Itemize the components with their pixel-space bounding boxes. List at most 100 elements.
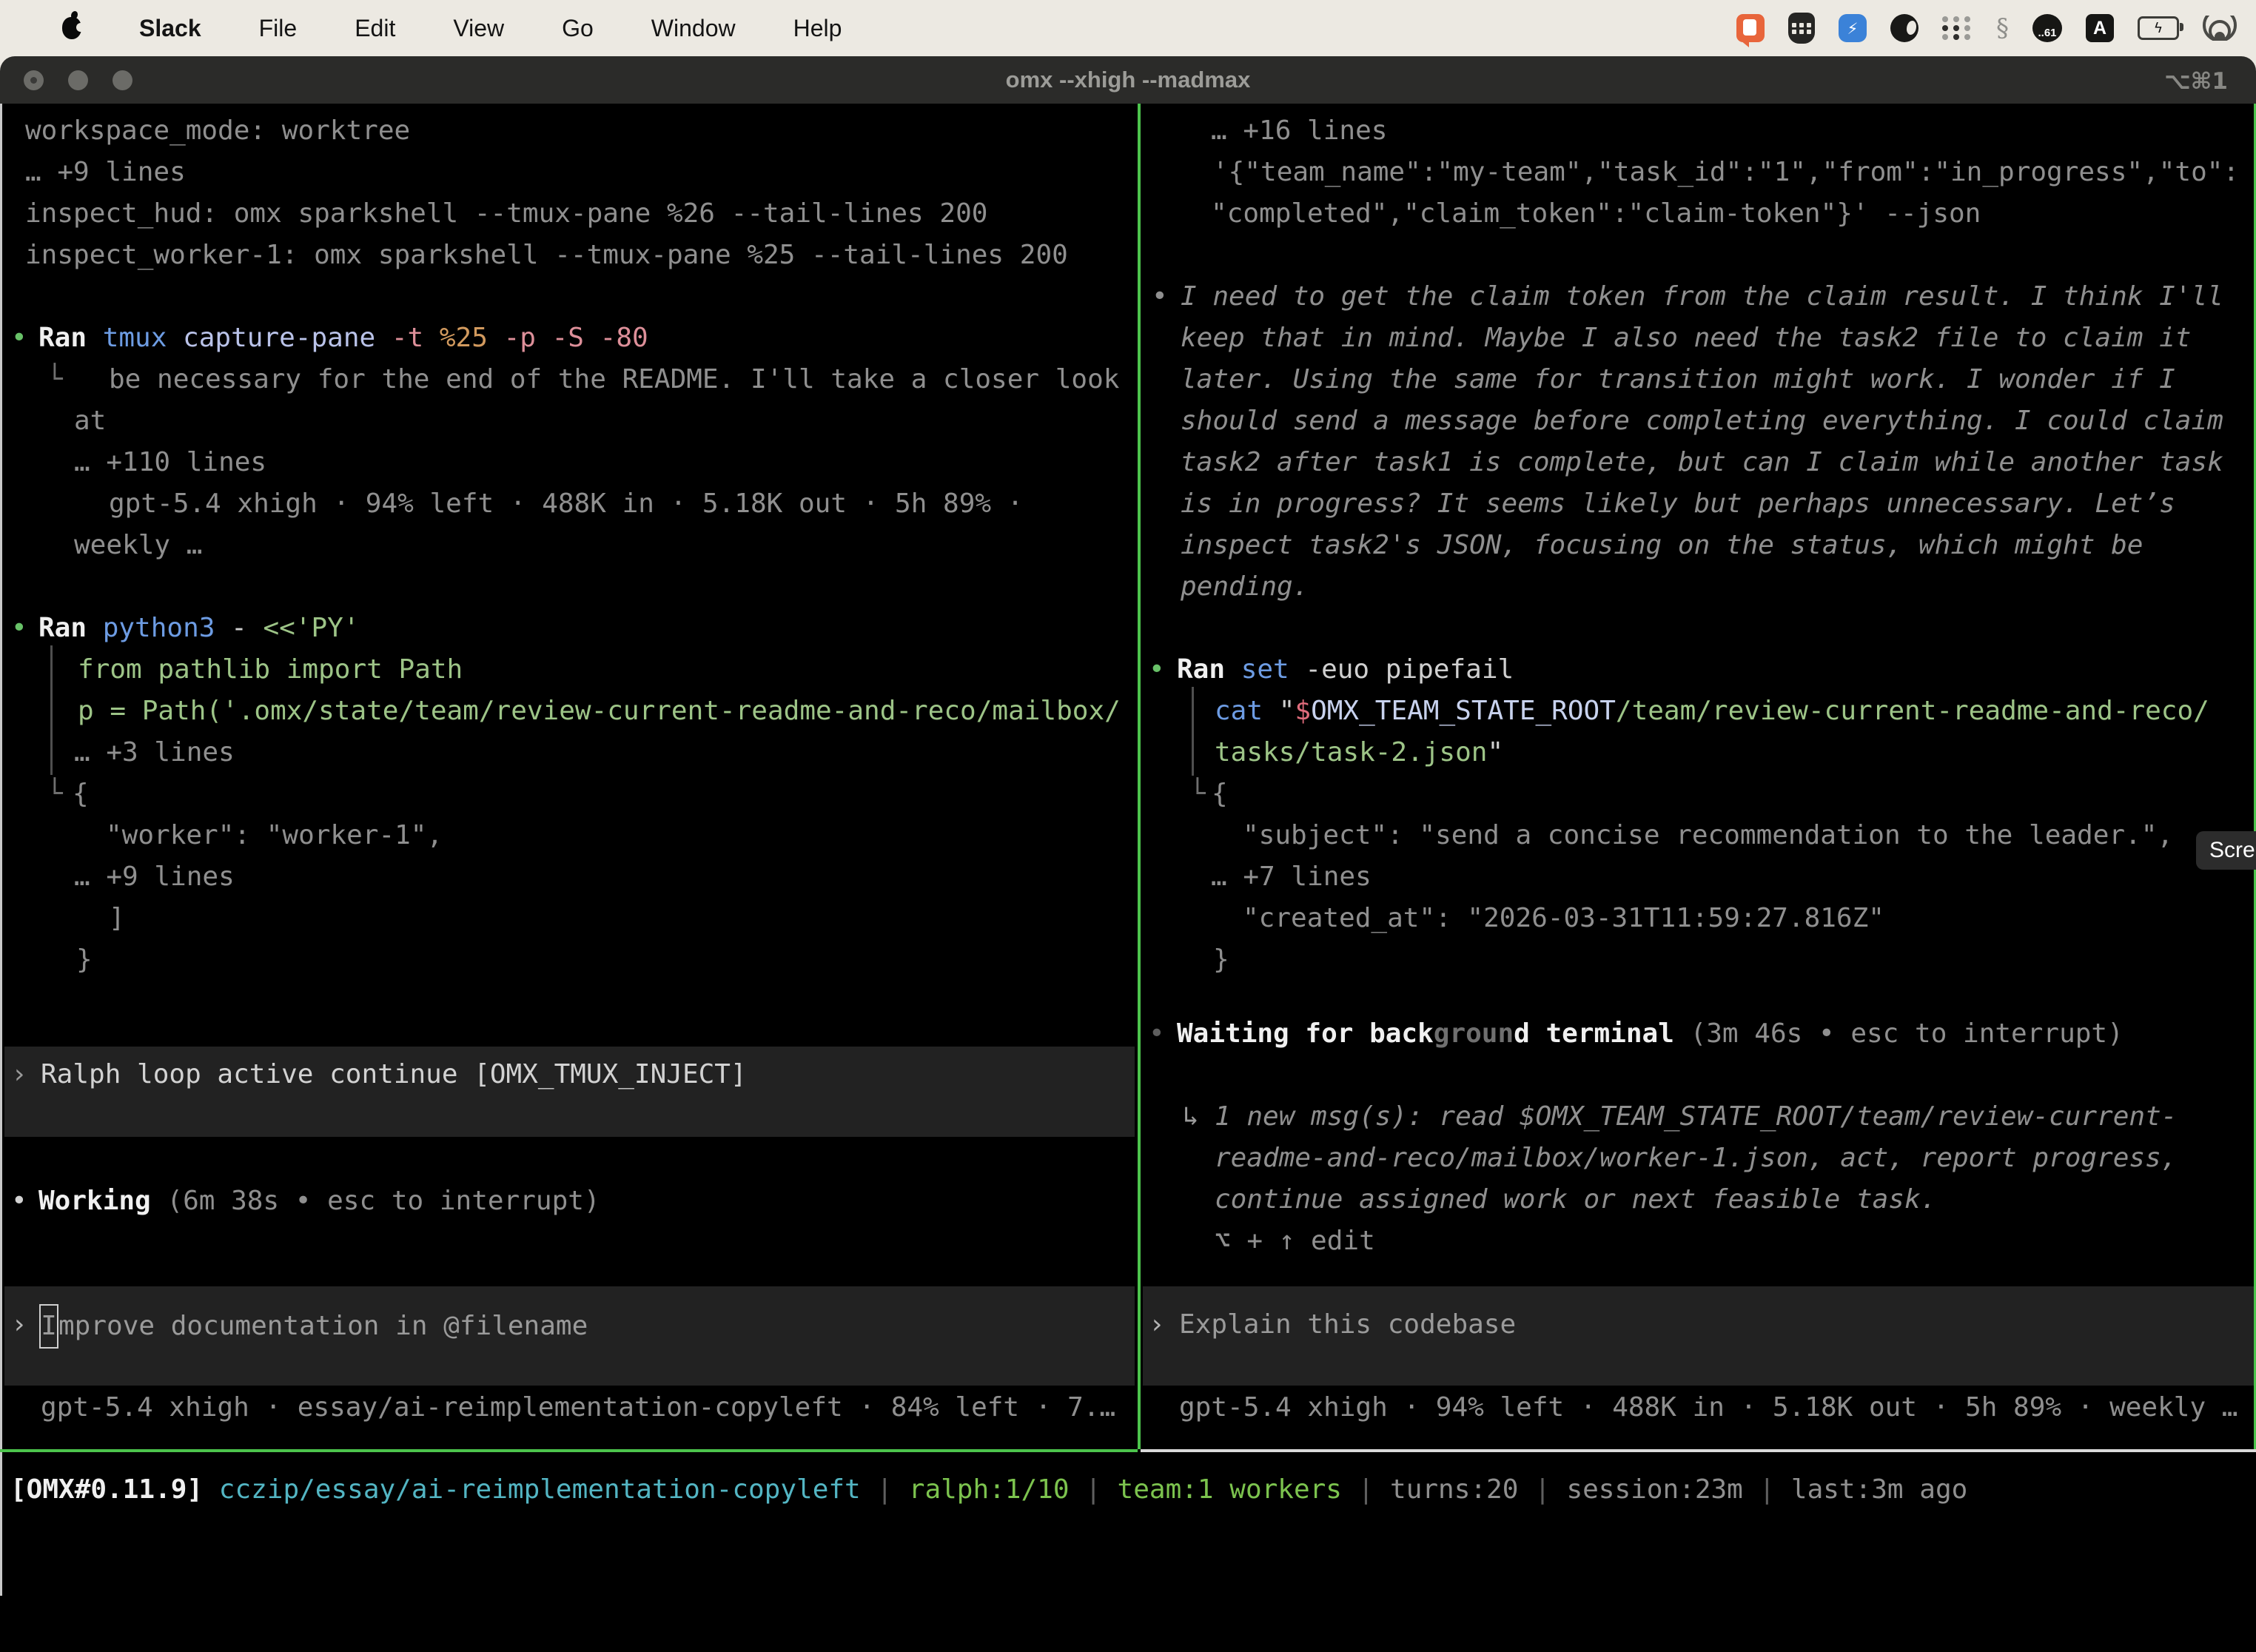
omx-version: [OMX#0.11.9] [10, 1474, 203, 1505]
code-block-guide-line [50, 645, 53, 775]
working-label: Working [38, 1186, 151, 1216]
pie-circle-icon[interactable] [1890, 14, 1918, 42]
path: tasks/task-2.json [1215, 737, 1487, 768]
waiting-label-shimmer: groun [1434, 1018, 1514, 1049]
thinking-line: is in progress? It seems likely but perh… [1181, 483, 2175, 525]
working-bullet-icon: • [11, 1181, 27, 1222]
output-line: be necessary for the end of the README. … [109, 359, 1119, 400]
keyboard-a-icon[interactable]: A [2086, 14, 2114, 42]
text-cursor: I [39, 1304, 58, 1349]
waiting-label: d terminal [1514, 1018, 1674, 1049]
command-args: -euo pipefail [1289, 654, 1514, 685]
pane-bottom-border-active [0, 1449, 1138, 1452]
waiting-bullet-icon: • [1149, 1013, 1165, 1055]
flag: -p [488, 323, 536, 353]
command-name: cat [1215, 696, 1263, 726]
working-meta: (6m 38s • esc to interrupt) [151, 1186, 600, 1216]
menu-item-file[interactable]: File [259, 15, 298, 42]
json-line: "subject": "send a concise recommendatio… [1243, 815, 2173, 856]
waiting-status: Waiting for background terminal (3m 46s … [1177, 1013, 2124, 1055]
pane-divider[interactable] [1138, 104, 1141, 1449]
grid-dots-icon[interactable] [1942, 16, 1973, 40]
repo-path: cczip/essay/ai-reimplementation-copyleft [203, 1474, 861, 1505]
menu-item-slack[interactable]: Slack [139, 15, 201, 42]
mailbox-msg-line: 1 new msg(s): read $OMX_TEAM_STATE_ROOT/… [1215, 1096, 2177, 1138]
prompt-input[interactable]: Improve documentation in @filename [39, 1304, 588, 1349]
separator: | [1070, 1474, 1118, 1505]
flag: -t [375, 323, 423, 353]
menu-item-go[interactable]: Go [562, 15, 594, 42]
menu-status-icons: ⚡ § ..61 A ϟ [1736, 13, 2256, 44]
chat-app-icon[interactable] [1736, 14, 1765, 42]
last-activity: last:3m ago [1791, 1474, 1967, 1505]
output-corner-glyph: └ [1189, 773, 1206, 815]
json-line: "worker": "worker-1", [106, 815, 443, 856]
json-line: … +9 lines [74, 856, 235, 898]
json-line: "created_at": "2026-03-31T11:59:27.816Z" [1243, 898, 1884, 939]
thinking-line: should send a message before completing … [1181, 400, 2223, 442]
waiting-label: Waiting for back [1177, 1018, 1434, 1049]
spark-app-icon[interactable]: ⚡ [1839, 14, 1867, 42]
python-code-line: from pathlib import Path [78, 649, 463, 691]
json-line: { [1212, 773, 1228, 815]
separator: | [861, 1474, 909, 1505]
output-corner-glyph: └ [47, 773, 63, 815]
json-line: { [73, 773, 89, 815]
terminal: workspace_mode: worktree … +9 lines insp… [0, 104, 2256, 1652]
prompt-suggestion[interactable]: Explain this codebase [1179, 1304, 1516, 1346]
prompt-placeholder: mprove documentation in @filename [58, 1311, 588, 1341]
apple-icon[interactable] [62, 17, 81, 39]
run-bullet-icon: • [11, 318, 27, 359]
output-line: "completed","claim_token":"claim-token"}… [1211, 193, 1981, 235]
json-line: ] [109, 898, 125, 939]
prompt-chevron-icon: › [1149, 1304, 1165, 1346]
output-line: … +110 lines [74, 442, 266, 483]
macos-menu-bar: Slack File Edit View Go Window Help ⚡ § … [0, 0, 2256, 56]
mailbox-msg-line: continue assigned work or next feasible … [1215, 1179, 1936, 1220]
quote: " [1487, 737, 1503, 768]
ran-tmux-command: Ran tmux capture-pane -t %25 -p -S -80 [38, 318, 648, 359]
menu-item-window[interactable]: Window [651, 15, 736, 42]
heredoc-marker: <<'PY' [247, 613, 360, 643]
menu-item-view[interactable]: View [453, 15, 504, 42]
code-block-guide-line [1192, 687, 1194, 776]
session-stats-footer: gpt-5.4 xhigh · 94% left · 488K in · 5.1… [1179, 1387, 2237, 1428]
battery-icon[interactable]: ϟ [2138, 16, 2179, 40]
ralph-counter: ralph:1/10 [909, 1474, 1070, 1505]
session-timer: session:23m [1566, 1474, 1742, 1505]
thinking-line: task2 after task1 is complete, but can I… [1181, 442, 2223, 483]
menu-items: Slack File Edit View Go Window Help [0, 15, 842, 42]
counter-badge-icon[interactable]: ..61 [2032, 14, 2062, 42]
squiggle-icon[interactable]: § [1996, 13, 2009, 43]
output-line: '{"team_name":"my-team","task_id":"1","f… [1212, 152, 2239, 193]
wifi-icon[interactable] [2203, 16, 2237, 41]
command-name: set [1225, 654, 1289, 685]
window-title: omx --xhigh --madmax [0, 67, 2256, 93]
thinking-line: inspect task2's JSON, focusing on the st… [1181, 525, 2143, 566]
screen: Slack File Edit View Go Window Help ⚡ § … [0, 0, 2256, 1652]
flag: -80 [584, 323, 648, 353]
run-bullet-icon: • [11, 608, 27, 649]
window-title-bar[interactable]: omx --xhigh --madmax ⌥⌘1 [0, 56, 2256, 104]
env-var: OMX_TEAM_STATE_ROOT [1311, 696, 1616, 726]
hud-line: workspace_mode: worktree [25, 110, 410, 152]
menu-item-help[interactable]: Help [793, 15, 842, 42]
output-line: gpt-5.4 xhigh · 94% left · 488K in · 5.1… [109, 483, 1023, 525]
dash-arg: - [215, 613, 246, 643]
menu-item-edit[interactable]: Edit [355, 15, 395, 42]
chevron-icon: › [11, 1054, 27, 1095]
output-line: … +3 lines [74, 732, 235, 773]
python-code-line: p = Path('.omx/state/team/review-current… [78, 691, 1121, 732]
team-counter: team:1 workers [1118, 1474, 1342, 1505]
hud-line: inspect_worker-1: omx sparkshell --tmux-… [25, 235, 1068, 276]
ran-label: Ran [1177, 654, 1225, 685]
cat-command-line: cat "$OMX_TEAM_STATE_ROOT/team/review-cu… [1215, 691, 2209, 732]
window-shortcut-badge: ⌥⌘1 [2164, 68, 2228, 95]
shield-grid-icon[interactable] [1788, 13, 1815, 44]
json-line: } [76, 939, 93, 981]
flag: -S [536, 323, 584, 353]
hud-line: inspect_hud: omx sparkshell --tmux-pane … [25, 193, 987, 235]
pane-arg: %25 [423, 323, 488, 353]
separator: | [1518, 1474, 1566, 1505]
thinking-line: later. Using the same for transition mig… [1181, 359, 2175, 400]
